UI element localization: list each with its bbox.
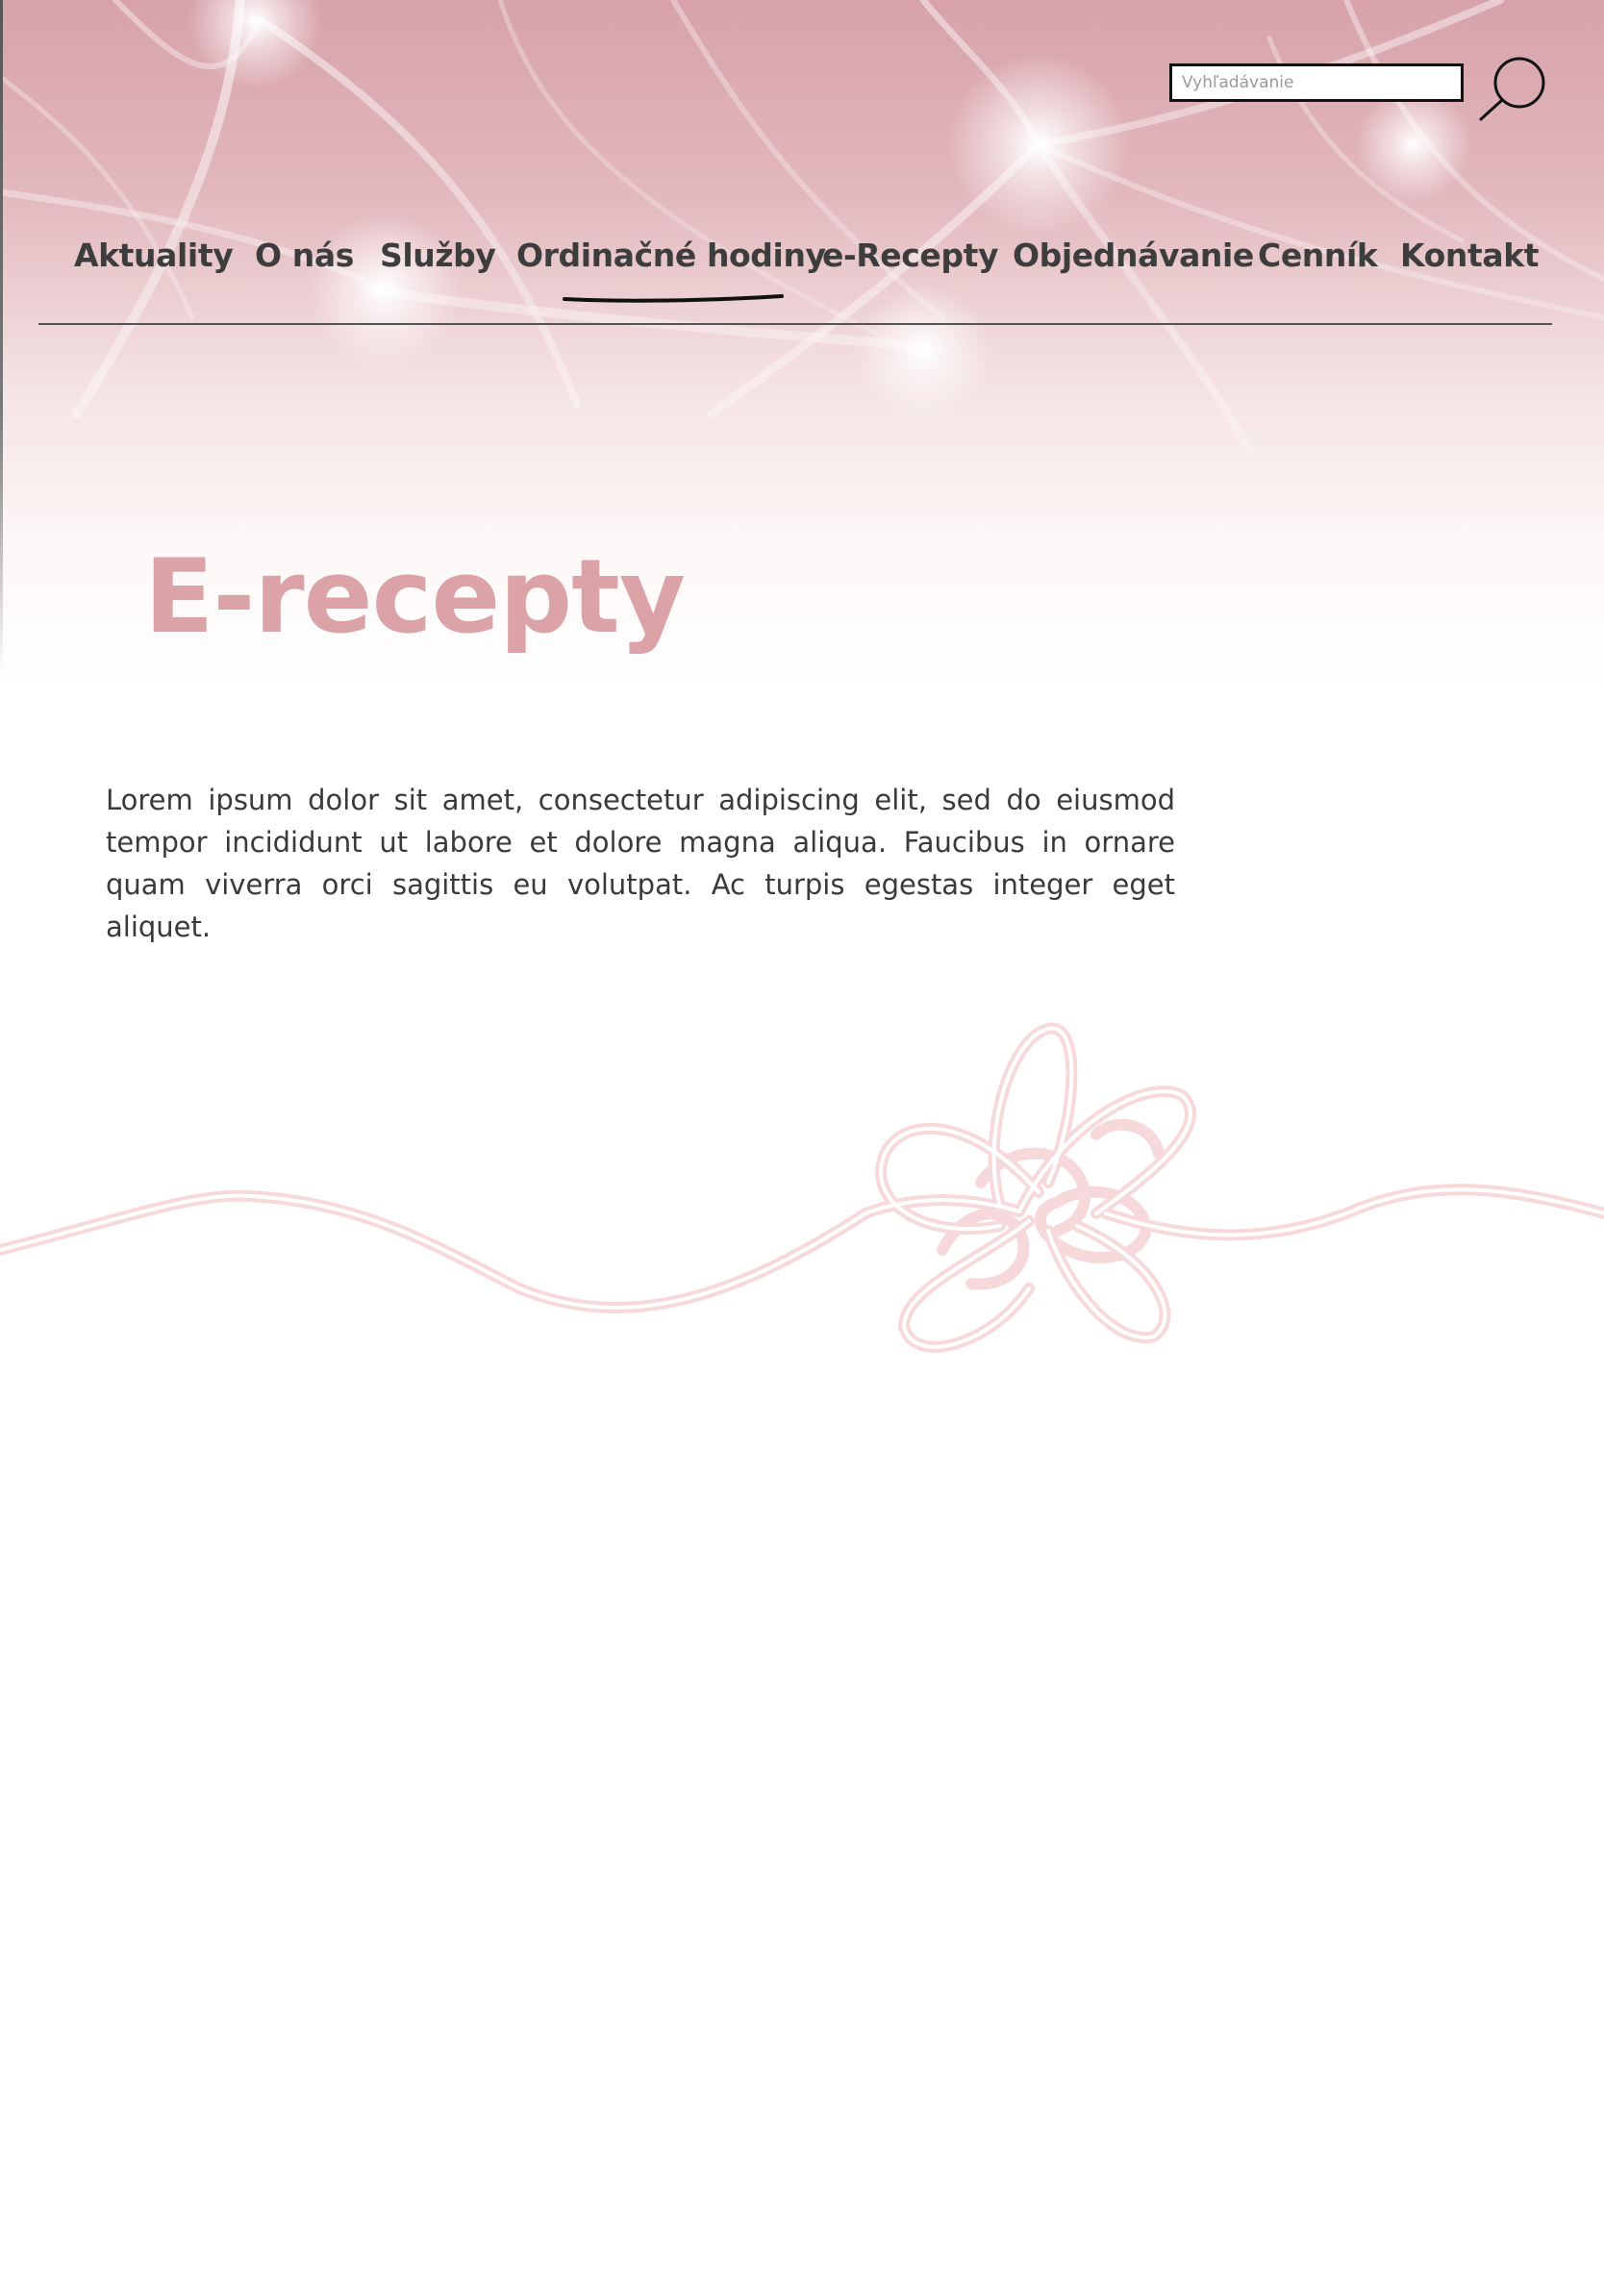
search-icon [1479,57,1545,121]
intro-text: Lorem ipsum dolor sit amet, consectetur … [106,784,1175,943]
search-button[interactable] [1475,54,1550,123]
nav-item-cennik[interactable]: Cenník [1258,237,1378,274]
search-bar [1169,57,1550,121]
nav-item-o-nas[interactable]: O nás [255,237,354,274]
nav-divider [38,323,1552,325]
nav-item-kontakt[interactable]: Kontakt [1400,237,1540,274]
window-left-edge [0,0,3,673]
nav-item-objednavanie[interactable]: Objednávanie [1013,237,1254,274]
nav-item-ordinacne-hodiny[interactable]: Ordinačné hodiny [516,237,826,274]
nav-item-aktuality[interactable]: Aktuality [74,237,234,274]
nav-item-e-recepty[interactable]: e-Recepty [822,237,999,274]
nav-item-sluzby[interactable]: Služby [380,237,496,274]
search-input[interactable] [1169,63,1464,102]
active-nav-underline [563,294,784,303]
ribbon-knot-ornament [0,1022,1604,1353]
main-navigation: Aktuality O nás Služby Ordinačné hodiny … [38,237,1552,333]
page-title: E-recepty [144,537,686,656]
